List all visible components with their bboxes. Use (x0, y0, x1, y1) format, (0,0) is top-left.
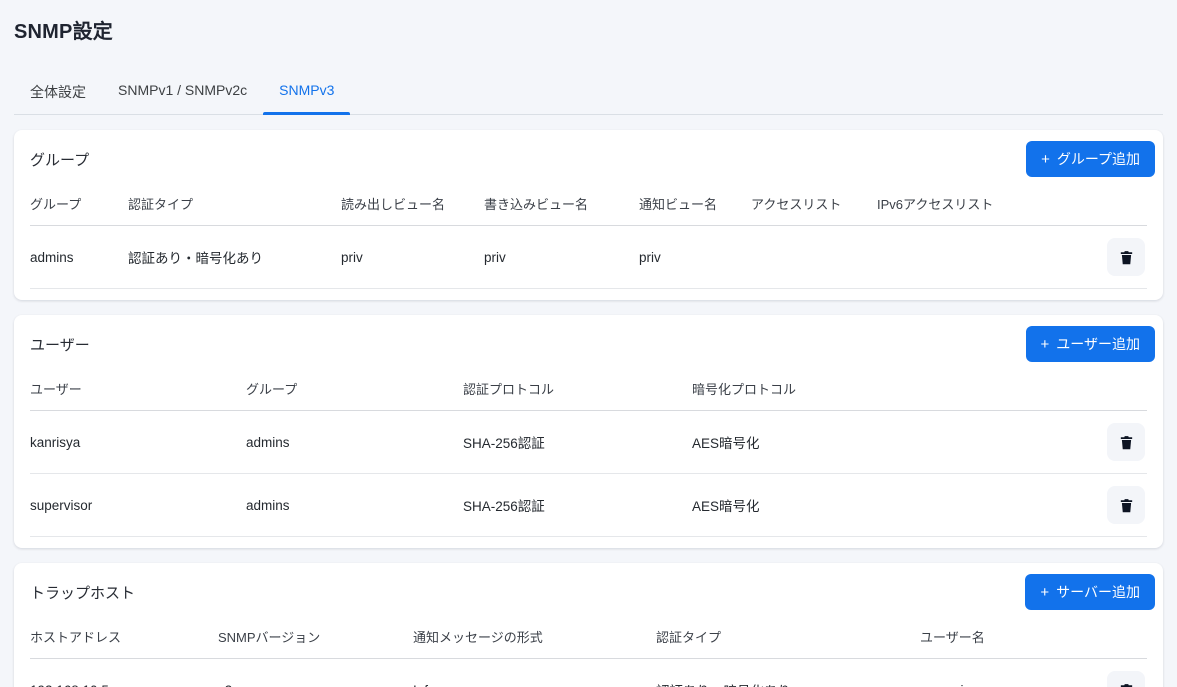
trap-host-section-card: トラップホスト + サーバー追加 ホストアドレス SNMPバージョン 通知メッセ… (14, 563, 1163, 687)
delete-server-button[interactable] (1107, 671, 1145, 687)
cell-snmp-version: v3 (218, 659, 413, 687)
trash-icon (1118, 434, 1135, 451)
column-header: 暗号化プロトコル (692, 364, 1083, 411)
delete-user-button[interactable] (1107, 423, 1145, 461)
cell-priv-protocol: AES暗号化 (692, 474, 1083, 537)
add-server-button[interactable]: + サーバー追加 (1025, 574, 1155, 610)
cell-auth-protocol: SHA-256認証 (463, 411, 692, 474)
tab-bar: 全体設定 SNMPv1 / SNMPv2c SNMPv3 (14, 71, 1163, 115)
trash-icon (1118, 682, 1135, 687)
user-table-header-row: ユーザー グループ 認証プロトコル 暗号化プロトコル (30, 364, 1147, 411)
cell-auth-type: 認証あり・暗号化あり (656, 659, 920, 687)
column-header: グループ (246, 364, 463, 411)
add-server-button-label: サーバー追加 (1056, 582, 1140, 602)
snmp-settings-page: SNMP設定 全体設定 SNMPv1 / SNMPv2c SNMPv3 グループ… (0, 0, 1177, 687)
column-header-actions (1083, 179, 1147, 226)
column-header: 認証タイプ (128, 179, 341, 226)
column-header-actions (1083, 364, 1147, 411)
table-row: 192.168.10.5 v3 Inform 認証あり・暗号化あり superv… (30, 659, 1147, 687)
plus-icon: + (1041, 152, 1050, 167)
table-row: admins 認証あり・暗号化あり priv priv priv (30, 226, 1147, 289)
add-group-button-label: グループ追加 (1057, 149, 1140, 169)
column-header: 認証プロトコル (463, 364, 692, 411)
trap-host-section-header: トラップホスト + サーバー追加 (30, 574, 1147, 610)
cell-auth-protocol: SHA-256認証 (463, 474, 692, 537)
cell-read-view: priv (341, 226, 484, 289)
group-table-header-row: グループ 認証タイプ 読み出しビュー名 書き込みビュー名 通知ビュー名 アクセス… (30, 179, 1147, 226)
add-group-button[interactable]: + グループ追加 (1026, 141, 1155, 177)
delete-user-button[interactable] (1107, 486, 1145, 524)
tab-snmpv1-v2c[interactable]: SNMPv1 / SNMPv2c (102, 71, 263, 114)
cell-access-list (751, 226, 877, 289)
plus-icon: + (1040, 585, 1049, 600)
cell-user-name: supervisor (30, 474, 246, 537)
cell-write-view: priv (484, 226, 639, 289)
column-header: SNMPバージョン (218, 612, 413, 659)
column-header: ユーザー (30, 364, 246, 411)
user-table: ユーザー グループ 認証プロトコル 暗号化プロトコル kanrisya admi… (30, 364, 1147, 537)
column-header: 書き込みビュー名 (484, 179, 639, 226)
trash-icon (1118, 497, 1135, 514)
tab-general[interactable]: 全体設定 (14, 71, 102, 114)
column-header: IPv6アクセスリスト (877, 179, 1083, 226)
column-header: ユーザー名 (920, 612, 1083, 659)
plus-icon: + (1041, 337, 1050, 352)
table-row: supervisor admins SHA-256認証 AES暗号化 (30, 474, 1147, 537)
column-header: アクセスリスト (751, 179, 877, 226)
cell-group-name: admins (30, 226, 128, 289)
user-section-header: ユーザー + ユーザー追加 (30, 326, 1147, 362)
section-title-trap-host: トラップホスト (30, 582, 135, 603)
column-header: 通知ビュー名 (639, 179, 751, 226)
cell-auth-type: 認証あり・暗号化あり (128, 226, 341, 289)
trash-icon (1118, 249, 1135, 266)
column-header-actions (1083, 612, 1147, 659)
column-header: 通知メッセージの形式 (413, 612, 656, 659)
section-title-group: グループ (30, 149, 89, 170)
cell-ipv6-access-list (877, 226, 1083, 289)
group-section-card: グループ + グループ追加 グループ 認証タイプ 読み出しビュー名 書き込みビュ… (14, 130, 1163, 300)
column-header: ホストアドレス (30, 612, 218, 659)
tab-snmpv3[interactable]: SNMPv3 (263, 71, 350, 114)
column-header: 読み出しビュー名 (341, 179, 484, 226)
cell-user-name: kanrisya (30, 411, 246, 474)
add-user-button[interactable]: + ユーザー追加 (1026, 326, 1156, 362)
page-title: SNMP設定 (14, 0, 1163, 44)
cell-notify-format: Inform (413, 659, 656, 687)
cell-group: admins (246, 474, 463, 537)
delete-group-button[interactable] (1107, 238, 1145, 276)
cell-notify-view: priv (639, 226, 751, 289)
trap-host-table-header-row: ホストアドレス SNMPバージョン 通知メッセージの形式 認証タイプ ユーザー名 (30, 612, 1147, 659)
cell-group: admins (246, 411, 463, 474)
cell-host-address: 192.168.10.5 (30, 659, 218, 687)
add-user-button-label: ユーザー追加 (1056, 334, 1140, 354)
group-table: グループ 認証タイプ 読み出しビュー名 書き込みビュー名 通知ビュー名 アクセス… (30, 179, 1147, 289)
user-section-card: ユーザー + ユーザー追加 ユーザー グループ 認証プロトコル 暗号化プロトコル (14, 315, 1163, 548)
column-header: グループ (30, 179, 128, 226)
cell-user-name: supervisor (920, 659, 1083, 687)
section-title-user: ユーザー (30, 334, 90, 355)
column-header: 認証タイプ (656, 612, 920, 659)
group-section-header: グループ + グループ追加 (30, 141, 1147, 177)
cell-priv-protocol: AES暗号化 (692, 411, 1083, 474)
trap-host-table: ホストアドレス SNMPバージョン 通知メッセージの形式 認証タイプ ユーザー名… (30, 612, 1147, 687)
table-row: kanrisya admins SHA-256認証 AES暗号化 (30, 411, 1147, 474)
